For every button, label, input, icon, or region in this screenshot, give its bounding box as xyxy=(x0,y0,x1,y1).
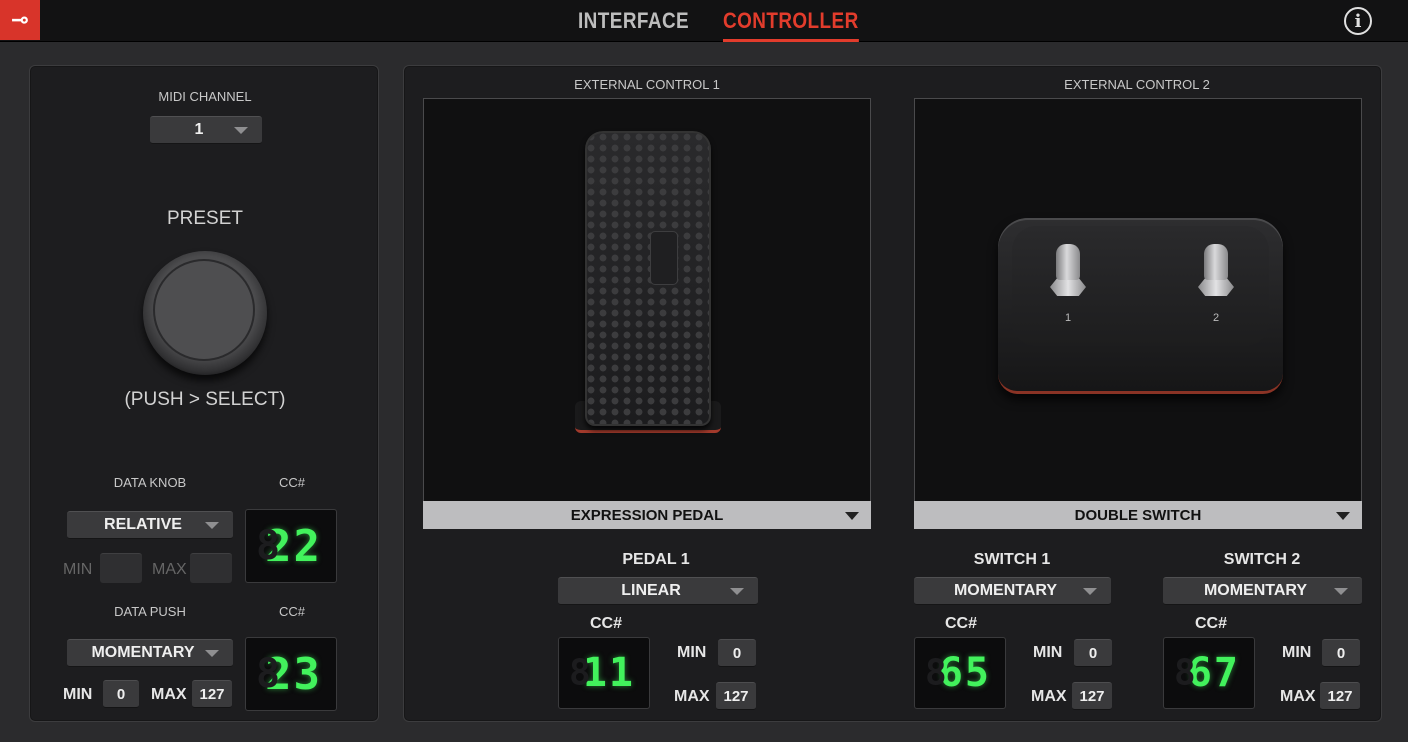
preset-label: PRESET xyxy=(166,208,244,229)
pedal-1-max-label: MAX xyxy=(674,688,710,705)
switch-2-label: SWITCH 2 xyxy=(1223,551,1301,568)
footswitch-2 xyxy=(1196,244,1236,304)
data-knob-min-label: MIN xyxy=(63,561,93,578)
chevron-down-icon xyxy=(1336,512,1350,520)
ext-control-2-device-dropdown[interactable]: DOUBLE SWITCH xyxy=(914,501,1362,529)
logo-glyph: ⊸ xyxy=(10,7,30,32)
expression-pedal-image xyxy=(573,131,723,436)
pedal-1-min-field[interactable]: 0 xyxy=(718,639,756,667)
data-push-cc-label: CC# xyxy=(278,604,305,619)
data-knob-label: DATA KNOB xyxy=(113,475,187,490)
switch-2-cc-display[interactable]: 8 67 xyxy=(1163,637,1255,709)
data-knob-max-field[interactable] xyxy=(190,553,232,583)
data-knob-cc-label: CC# xyxy=(278,475,305,490)
switch-2-min-label: MIN xyxy=(1282,644,1312,661)
pedal-body xyxy=(585,131,711,426)
pedal-1-max-field[interactable]: 127 xyxy=(716,682,756,710)
data-push-min-label: MIN xyxy=(63,686,93,703)
switch-1-label: SWITCH 1 xyxy=(973,551,1051,568)
pedal-1-cc-label: CC# xyxy=(590,615,623,632)
footswitch-2-number: 2 xyxy=(1213,312,1220,324)
pedal-1-mode-dropdown[interactable]: LINEAR xyxy=(558,577,758,605)
tab-controller[interactable]: CONTROLLER xyxy=(723,8,859,42)
switch-1-cc-label: CC# xyxy=(945,615,978,632)
footswitch-nut xyxy=(1198,278,1234,296)
footswitch-cap xyxy=(1204,244,1228,280)
lcd-ghost-digits: 8 xyxy=(569,652,591,694)
switch-2-max-field[interactable]: 127 xyxy=(1320,682,1360,710)
data-knob-cc-display[interactable]: 8 22 xyxy=(245,509,337,583)
footswitch-1-number: 1 xyxy=(1065,312,1072,324)
data-knob-max-label: MAX xyxy=(152,561,187,578)
data-knob-mode-dropdown[interactable]: RELATIVE xyxy=(67,511,233,539)
preset-knob[interactable] xyxy=(143,251,267,375)
data-push-max-field[interactable]: 127 xyxy=(192,680,232,708)
midi-channel-dropdown[interactable]: 1 xyxy=(150,116,262,144)
info-glyph: i xyxy=(1354,10,1362,32)
switch-1-max-field[interactable]: 127 xyxy=(1072,682,1112,710)
pedal-logo xyxy=(650,231,678,285)
ext-control-2-title: EXTERNAL CONTROL 2 xyxy=(1064,77,1210,92)
lcd-ghost-digits: 8 xyxy=(925,652,947,694)
ext-control-1-device-value: EXPRESSION PEDAL xyxy=(570,506,724,524)
data-push-label: DATA PUSH xyxy=(114,604,186,619)
switch-1-mode-value: MOMENTARY xyxy=(953,582,1058,599)
ext-control-1-device-dropdown[interactable]: EXPRESSION PEDAL xyxy=(423,501,871,529)
lcd-ghost-digits: 8 xyxy=(256,651,281,697)
data-push-min-field[interactable]: 0 xyxy=(103,680,139,708)
data-knob-min-field[interactable] xyxy=(100,553,142,583)
data-push-max-label: MAX xyxy=(151,686,187,703)
preset-hint: (PUSH > SELECT) xyxy=(124,389,286,410)
data-push-mode-dropdown[interactable]: MOMENTARY xyxy=(67,639,233,667)
midi-channel-value: 1 xyxy=(194,121,204,138)
pedal-1-label: PEDAL 1 xyxy=(622,551,690,568)
brand-logo-icon[interactable]: ⊸ xyxy=(0,0,40,40)
data-push-cc-display[interactable]: 8 23 xyxy=(245,637,337,711)
footswitch-1 xyxy=(1048,244,1088,304)
switch-1-mode-dropdown[interactable]: MOMENTARY xyxy=(914,577,1111,605)
pedal-1-cc-display[interactable]: 8 11 xyxy=(558,637,650,709)
ext-control-1-title: EXTERNAL CONTROL 1 xyxy=(574,77,720,92)
switch-1-cc-display[interactable]: 8 65 xyxy=(914,637,1006,709)
footswitch-nut xyxy=(1050,278,1086,296)
switch-2-min-field[interactable]: 0 xyxy=(1322,639,1360,667)
info-icon[interactable]: i xyxy=(1344,7,1372,35)
double-switch-image: 1 2 xyxy=(998,218,1283,394)
chevron-down-icon xyxy=(205,522,219,529)
switch-2-max-label: MAX xyxy=(1280,688,1316,705)
chevron-down-icon xyxy=(730,588,744,595)
switch-2-cc-label: CC# xyxy=(1195,615,1228,632)
chevron-down-icon xyxy=(845,512,859,520)
footswitch-cap xyxy=(1056,244,1080,280)
switch-1-min-field[interactable]: 0 xyxy=(1074,639,1112,667)
top-bar: ⊸ INTERFACE CONTROLLER i xyxy=(0,0,1408,42)
lcd-ghost-digits: 8 xyxy=(1174,652,1196,694)
chevron-down-icon xyxy=(1334,588,1348,595)
ext-control-2-device-value: DOUBLE SWITCH xyxy=(1074,506,1202,524)
chevron-down-icon xyxy=(234,127,248,134)
switch-2-mode-dropdown[interactable]: MOMENTARY xyxy=(1163,577,1362,605)
data-knob-mode-value: RELATIVE xyxy=(104,516,182,533)
midi-channel-label: MIDI CHANNEL xyxy=(158,89,252,104)
chevron-down-icon xyxy=(1083,588,1097,595)
chevron-down-icon xyxy=(205,650,219,657)
lcd-ghost-digits: 8 xyxy=(256,523,281,569)
switch-1-min-label: MIN xyxy=(1033,644,1063,661)
switch-2-mode-value: MOMENTARY xyxy=(1203,582,1308,599)
switch-1-max-label: MAX xyxy=(1031,688,1067,705)
pedal-1-min-label: MIN xyxy=(677,644,707,661)
data-push-mode-value: MOMENTARY xyxy=(91,644,195,661)
pedal-1-mode-value: LINEAR xyxy=(621,582,681,599)
tab-interface[interactable]: INTERFACE xyxy=(578,8,689,34)
